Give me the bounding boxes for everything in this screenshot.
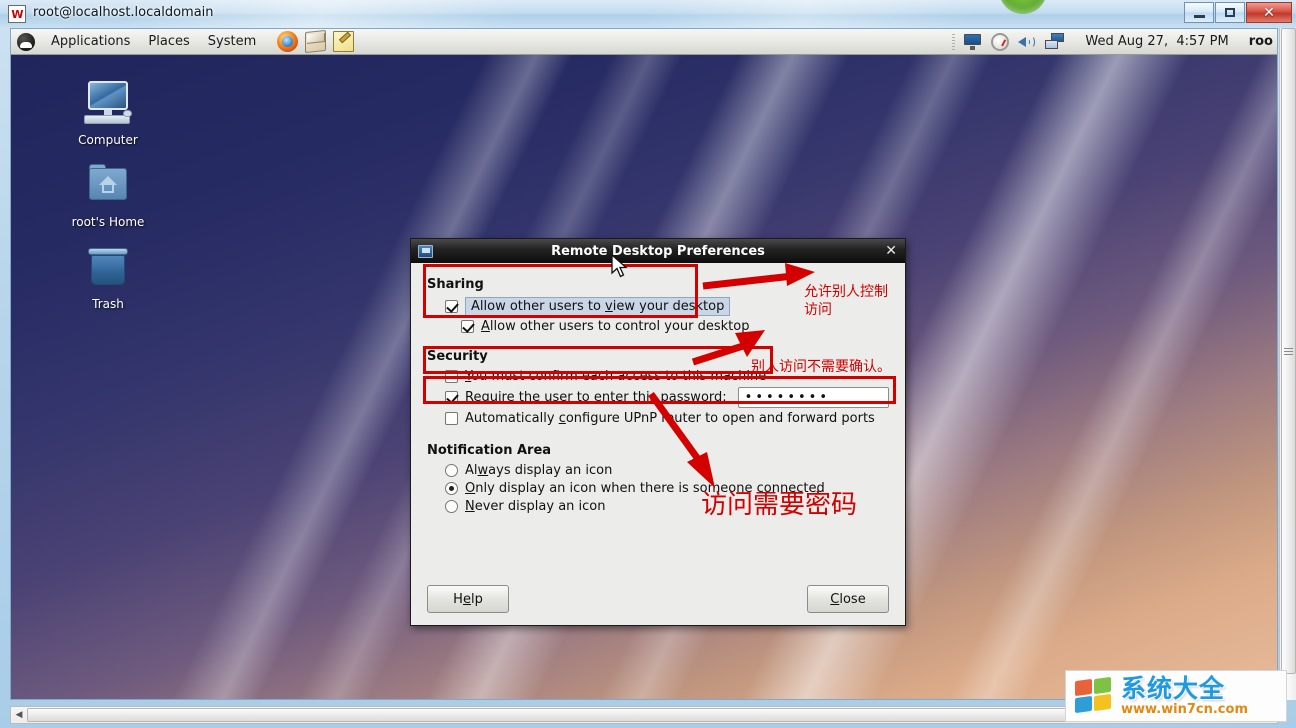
close-icon: ✕ bbox=[1263, 4, 1275, 21]
home-icon-label: root's Home bbox=[71, 215, 145, 229]
panel-clock[interactable]: Wed Aug 27, 4:57 PM bbox=[1073, 34, 1240, 49]
only-when-connected-radio[interactable] bbox=[445, 482, 458, 495]
confirm-access-checkbox[interactable] bbox=[445, 370, 458, 383]
panel-launchers bbox=[277, 29, 355, 54]
require-password-label: Require the user to enter this password: bbox=[465, 390, 727, 405]
close-button[interactable]: ✕ bbox=[1246, 2, 1292, 23]
gauge-icon[interactable] bbox=[991, 32, 1010, 51]
watermark-url: www.win7cn.com bbox=[1121, 701, 1248, 717]
tray-separator bbox=[952, 33, 956, 50]
evolution-mail-launcher-icon[interactable] bbox=[305, 29, 327, 54]
trash-desktop-icon[interactable]: Trash bbox=[53, 245, 163, 312]
home-desktop-icon[interactable]: root's Home bbox=[53, 163, 163, 230]
vertical-scrollbar-thumb[interactable] bbox=[1281, 28, 1296, 674]
confirm-access-label: You must confirm each access to this mac… bbox=[465, 369, 767, 384]
vertical-scrollbar[interactable] bbox=[1279, 28, 1296, 700]
remote-desktop-icon bbox=[418, 244, 433, 258]
require-password-checkbox[interactable] bbox=[445, 391, 458, 404]
minimize-button[interactable] bbox=[1184, 2, 1214, 23]
computer-icon-label: Computer bbox=[78, 133, 138, 147]
notification-heading: Notification Area bbox=[427, 443, 552, 458]
firefox-launcher-icon[interactable] bbox=[277, 31, 299, 52]
allow-view-desktop-label: Allow other users to view your desktop bbox=[465, 297, 731, 316]
annotation-password-required: 访问需要密码 bbox=[701, 490, 858, 520]
always-display-icon-label: Always display an icon bbox=[465, 463, 613, 478]
restore-icon bbox=[1225, 8, 1235, 17]
watermark-texts: 系统大全 www.win7cn.com bbox=[1121, 673, 1248, 717]
dialog-close-button[interactable]: ✕ bbox=[885, 243, 897, 259]
help-button[interactable]: He lp bbox=[427, 585, 509, 613]
annotation-no-confirm: 别人访问不需要确认。 bbox=[751, 359, 891, 375]
places-menu[interactable]: Places bbox=[139, 32, 198, 51]
allow-control-desktop-checkbox[interactable] bbox=[461, 320, 474, 333]
trash-icon bbox=[82, 245, 134, 293]
upnp-checkbox[interactable] bbox=[445, 412, 458, 425]
allow-control-desktop-label: Allow other users to control your deskto… bbox=[481, 319, 750, 334]
home-folder-icon bbox=[82, 163, 134, 211]
dialog-title: Remote Desktop Preferences bbox=[551, 243, 765, 259]
always-display-icon-radio[interactable] bbox=[445, 464, 458, 477]
upnp-row[interactable]: Automatically configure UPnP router to o… bbox=[445, 411, 889, 426]
window-title: root@localhost.localdomain bbox=[33, 5, 214, 20]
vnc-viewer-icon: W bbox=[8, 5, 26, 23]
scroll-left-arrow-icon[interactable]: ◀ bbox=[11, 707, 27, 723]
allow-view-desktop-checkbox[interactable] bbox=[445, 300, 458, 313]
never-display-icon-radio[interactable] bbox=[445, 500, 458, 513]
computer-desktop-icon[interactable]: Computer bbox=[53, 81, 163, 148]
watermark: 系统大全 www.win7cn.com bbox=[1065, 670, 1287, 722]
watermark-title: 系统大全 bbox=[1121, 673, 1226, 703]
window-controls: ✕ bbox=[1184, 2, 1292, 23]
notification-tray: Wed Aug 27, 4:57 PM roo bbox=[952, 32, 1277, 51]
applications-menu[interactable]: Applications bbox=[42, 32, 139, 51]
always-display-icon-row[interactable]: Always display an icon bbox=[445, 463, 889, 478]
trash-icon-label: Trash bbox=[92, 297, 124, 311]
display-icon[interactable] bbox=[963, 33, 983, 51]
text-editor-launcher-icon[interactable] bbox=[333, 31, 355, 52]
panel-username[interactable]: roo bbox=[1249, 34, 1275, 49]
close-dialog-button[interactable]: Close bbox=[807, 585, 889, 613]
system-menu[interactable]: System bbox=[199, 32, 265, 51]
require-password-row[interactable]: Require the user to enter this password:… bbox=[445, 387, 889, 408]
minimize-icon bbox=[1193, 14, 1205, 18]
windows-flag-icon bbox=[1074, 676, 1114, 714]
annotation-allow-control: 允许别人控制 访问 bbox=[804, 284, 888, 318]
window-titlebar: W root@localhost.localdomain ✕ bbox=[0, 0, 1296, 28]
dialog-button-row: He lp Close bbox=[427, 585, 889, 613]
dialog-titlebar: Remote Desktop Preferences ✕ bbox=[411, 239, 905, 263]
outer-window: W root@localhost.localdomain ✕ Applicati… bbox=[0, 0, 1296, 728]
redhat-logo-icon[interactable] bbox=[17, 32, 35, 51]
gnome-top-panel: Applications Places System Wed Aug 27, 4… bbox=[11, 29, 1277, 55]
remote-desktop-viewport: Applications Places System Wed Aug 27, 4… bbox=[10, 28, 1278, 700]
vnc-glyph: W bbox=[11, 7, 23, 21]
never-display-icon-label: Never display an icon bbox=[465, 499, 606, 514]
network-icon[interactable] bbox=[1045, 32, 1065, 51]
allow-control-desktop-row[interactable]: Allow other users to control your deskto… bbox=[461, 319, 889, 334]
scrollbar-grip-icon bbox=[1284, 347, 1293, 355]
computer-icon bbox=[82, 81, 134, 129]
password-input[interactable]: •••••••• bbox=[737, 387, 889, 408]
volume-icon[interactable] bbox=[1017, 33, 1037, 51]
restore-button[interactable] bbox=[1215, 2, 1245, 23]
upnp-label: Automatically configure UPnP router to o… bbox=[465, 411, 875, 426]
